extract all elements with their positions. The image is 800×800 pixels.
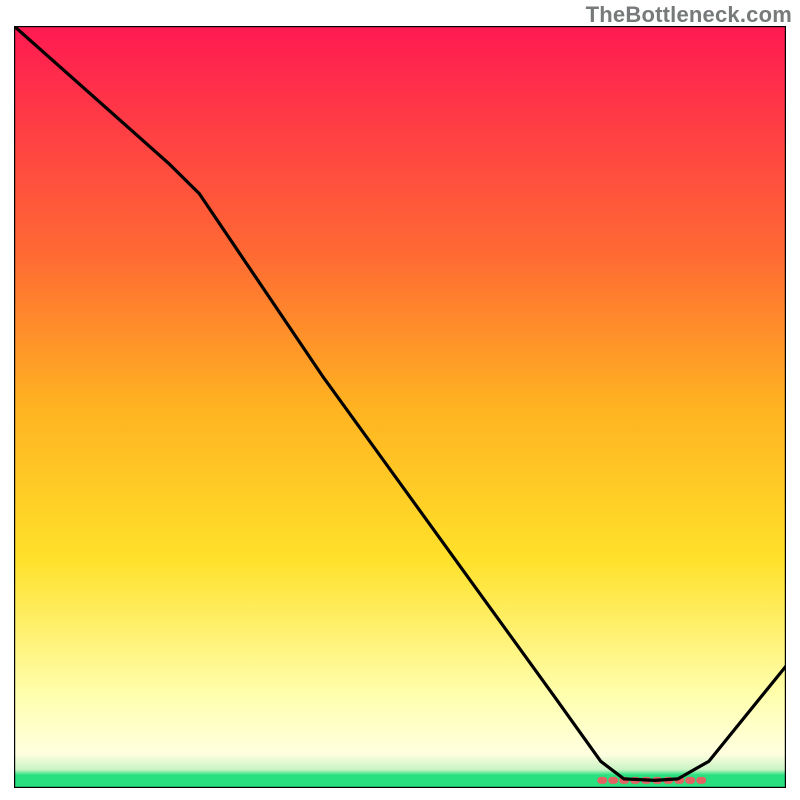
plot-area	[14, 26, 786, 788]
chart-container: TheBottleneck.com	[0, 0, 800, 800]
chart-svg	[14, 26, 786, 788]
gradient-background	[14, 26, 786, 788]
watermark-text: TheBottleneck.com	[586, 2, 792, 28]
